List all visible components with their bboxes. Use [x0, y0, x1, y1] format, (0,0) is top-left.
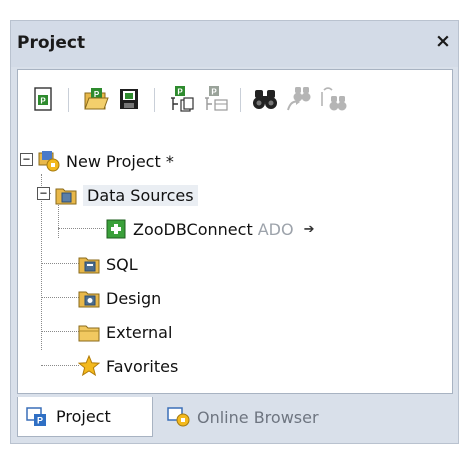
tree-node-design[interactable]: Design: [78, 283, 161, 313]
online-browser-tab-icon: [167, 406, 193, 428]
star-icon: [77, 354, 101, 377]
tree-node-new-project[interactable]: New Project *: [38, 146, 174, 176]
connection-kind: ADO: [257, 219, 294, 239]
project-tree: − New Project * − Data Sources ZooDBConn…: [18, 70, 452, 393]
tree-node-favorites[interactable]: Favorites: [77, 351, 179, 381]
tree-label-new-project: New Project *: [66, 151, 174, 171]
tree-node-external[interactable]: External: [78, 317, 172, 347]
tree-connector: [41, 365, 79, 366]
close-button[interactable]: ×: [434, 31, 452, 51]
tree-node-zoodbconnect[interactable]: ZooDBConnect ADO ➔: [105, 214, 314, 244]
tree-label-design: Design: [106, 288, 162, 308]
folder-icon: [78, 321, 100, 343]
project-content: P P P P − New Project * − Data Sources Z…: [17, 69, 453, 394]
data-sources-expander[interactable]: −: [37, 187, 50, 200]
tree-connector: [58, 228, 104, 229]
tree-connector: [41, 297, 79, 298]
tree-connector: [41, 263, 79, 264]
arrow-right-icon[interactable]: ➔: [304, 221, 315, 237]
project-panel: Project × P P P P − New Project * − Data…: [10, 20, 459, 444]
sql-folder-icon: [78, 253, 100, 275]
database-connection-icon: [105, 218, 127, 240]
tree-label-data-sources: Data Sources: [83, 184, 198, 206]
project-icon: [38, 150, 60, 172]
data-sources-folder-icon: [55, 184, 77, 206]
tree-node-sql[interactable]: SQL: [78, 249, 138, 279]
project-tab-icon: P: [26, 406, 52, 428]
tab-project-label: Project: [56, 407, 111, 426]
svg-text:P: P: [37, 415, 43, 425]
tab-online-browser-label: Online Browser: [197, 407, 319, 427]
panel-title-bar[interactable]: Project ×: [11, 21, 458, 67]
design-folder-icon: [78, 287, 100, 309]
panel-title: Project: [17, 33, 86, 53]
tree-connector: [41, 174, 42, 350]
tree-label-external: External: [106, 322, 173, 342]
tree-label-zoodbconnect: ZooDBConnect: [133, 219, 253, 239]
tab-project[interactable]: P Project: [17, 397, 153, 437]
tab-online-browser[interactable]: Online Browser: [159, 397, 369, 437]
tree-label-sql: SQL: [106, 254, 138, 274]
tree-connector: [41, 331, 79, 332]
root-expander[interactable]: −: [20, 153, 33, 166]
panel-tabs: P Project Online Browser: [17, 397, 453, 441]
tree-node-data-sources[interactable]: Data Sources: [55, 180, 198, 210]
tree-label-favorites: Favorites: [106, 356, 179, 376]
